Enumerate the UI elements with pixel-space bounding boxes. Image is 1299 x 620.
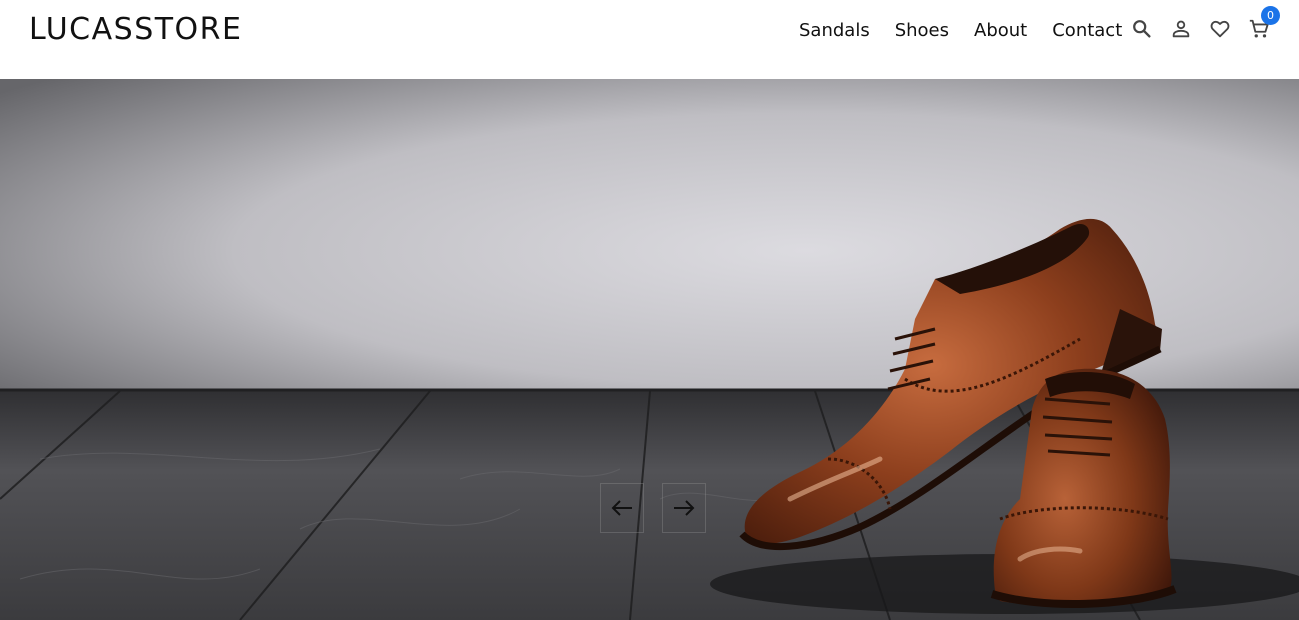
site-header: LUCASSTORE Sandals Shoes About Contact 0 [0, 0, 1299, 79]
nav-item-sandals[interactable]: Sandals [799, 18, 870, 44]
arrow-left-icon [611, 500, 632, 516]
arrow-right-icon [674, 500, 695, 516]
nav-item-shoes[interactable]: Shoes [895, 18, 949, 44]
slider-next-button[interactable] [662, 483, 706, 533]
user-icon[interactable] [1168, 14, 1194, 44]
cart-count-badge: 0 [1261, 6, 1280, 25]
slider-prev-button[interactable] [600, 483, 644, 533]
hero-image [0, 79, 1299, 620]
main-nav: Sandals Shoes About Contact [799, 18, 1147, 44]
hero-slider [0, 79, 1299, 620]
heart-icon[interactable] [1207, 14, 1233, 44]
nav-item-about[interactable]: About [974, 18, 1027, 44]
search-icon[interactable] [1129, 14, 1155, 44]
nav-item-contact[interactable]: Contact [1052, 18, 1122, 44]
brand-logo[interactable]: LUCASSTORE [29, 12, 242, 48]
